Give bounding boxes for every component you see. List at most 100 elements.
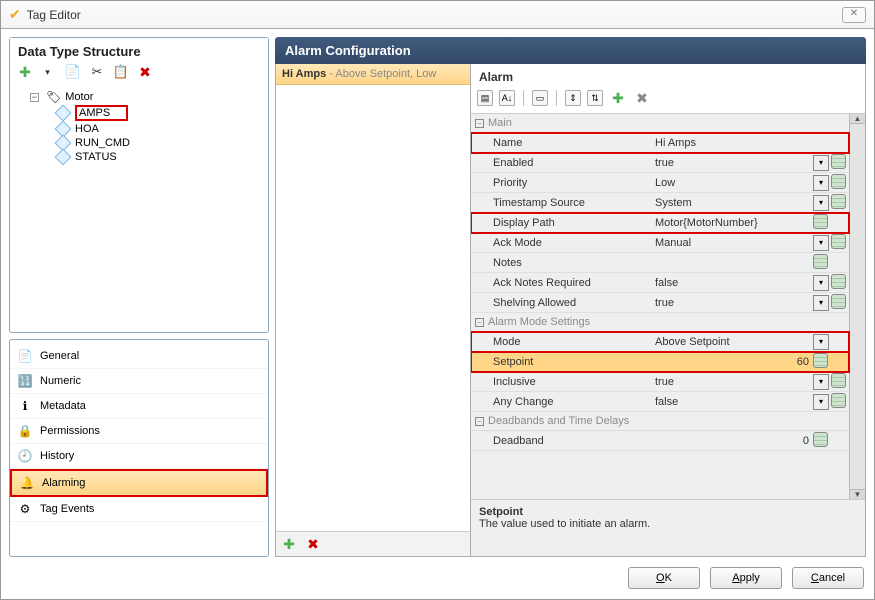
group-collapse-icon[interactable]: − [475,119,484,128]
binding-icon[interactable] [831,174,846,192]
add-property-button[interactable] [609,89,627,107]
binding-icon[interactable] [813,353,828,371]
apply-button[interactable]: Apply [710,567,782,589]
vertical-scrollbar[interactable] [849,114,865,499]
binding-icon[interactable] [813,432,828,450]
nav-item-history[interactable]: 🕘History [10,444,268,469]
cancel-button[interactable]: Cancel [792,567,864,589]
properties-toolbar: ▤ A↓ ▭ ⇕ ⇅ [471,86,865,113]
property-value[interactable]: Hi Amps [651,133,813,152]
property-value[interactable]: Above Setpoint [651,332,813,351]
group-collapse-icon[interactable]: − [475,318,484,327]
property-value[interactable]: Manual [651,233,813,252]
nav-item-permissions[interactable]: 🔒Permissions [10,419,268,444]
dropdown-button[interactable]: ▾ [813,394,829,410]
copy-tag-button[interactable] [64,63,82,81]
property-row-timestampsrc[interactable]: Timestamp SourceSystem▾ [471,193,849,213]
categorized-view-button[interactable]: ▤ [477,90,493,106]
property-value[interactable]: false [651,392,813,411]
property-value[interactable]: true [651,293,813,312]
tagevents-icon: ⚙ [18,502,32,516]
alphabetical-view-button[interactable]: A↓ [499,90,515,106]
dropdown-button[interactable]: ▾ [813,295,829,311]
alarm-list[interactable]: Hi Amps - Above Setpoint, Low [276,64,470,531]
tree-root-label[interactable]: Motor [65,91,93,103]
dropdown-button[interactable]: ▾ [813,334,829,350]
property-row-notes[interactable]: Notes [471,253,849,273]
dropdown-button[interactable]: ▾ [813,175,829,191]
tree-item-hoa[interactable]: HOA [75,123,99,135]
paste-tag-button[interactable] [112,63,130,81]
group-collapse-icon[interactable]: − [475,417,484,426]
binding-icon[interactable] [831,393,846,411]
property-row-anychange[interactable]: Any Changefalse▾ [471,392,849,412]
property-row-setpoint[interactable]: Setpoint60 [471,352,849,372]
property-value[interactable]: 60 [651,352,813,371]
tag-tree[interactable]: − Motor AMPS HOA RUN_CMD STATUS [10,87,268,332]
property-row-name[interactable]: NameHi Amps [471,133,849,153]
tree-collapse-icon[interactable]: − [30,93,39,102]
property-row-enabled[interactable]: Enabledtrue▾ [471,153,849,173]
nav-item-tagevents[interactable]: ⚙Tag Events [10,497,268,522]
expand-all-button[interactable]: ⇕ [565,90,581,106]
property-row-priority[interactable]: PriorityLow▾ [471,173,849,193]
property-controls: ▾ [813,233,849,252]
add-tag-dropdown[interactable] [40,63,58,81]
property-group-deadbands-and-time-delays[interactable]: −Deadbands and Time Delays [471,412,849,431]
section-nav-panel: 📄General🔢NumericℹMetadata🔒Permissions🕘Hi… [9,339,269,557]
show-props-button[interactable]: ▭ [532,90,548,106]
nav-item-general[interactable]: 📄General [10,344,268,369]
add-alarm-button[interactable] [280,535,298,553]
property-value[interactable]: Motor{MotorNumber} [651,213,813,232]
binding-icon[interactable] [813,254,828,272]
nav-item-numeric[interactable]: 🔢Numeric [10,369,268,394]
alarm-list-item[interactable]: Hi Amps - Above Setpoint, Low [276,64,470,85]
binding-icon[interactable] [813,214,828,232]
cut-tag-button[interactable] [88,63,106,81]
dropdown-button[interactable]: ▾ [813,155,829,171]
property-grid[interactable]: −MainNameHi AmpsEnabledtrue▾PriorityLow▾… [471,113,865,500]
binding-icon[interactable] [831,194,846,212]
property-value[interactable]: System [651,193,813,212]
property-group-alarm-mode-settings[interactable]: −Alarm Mode Settings [471,313,849,332]
tree-item-runcmd[interactable]: RUN_CMD [75,137,130,149]
property-value[interactable]: false [651,273,813,292]
tree-item-amps[interactable]: AMPS [75,105,128,121]
dropdown-button[interactable]: ▾ [813,275,829,291]
remove-property-button[interactable] [633,89,651,107]
property-value[interactable]: true [651,372,813,391]
property-row-acknotes[interactable]: Ack Notes Requiredfalse▾ [471,273,849,293]
nav-item-metadata[interactable]: ℹMetadata [10,394,268,419]
property-row-inclusive[interactable]: Inclusivetrue▾ [471,372,849,392]
binding-icon[interactable] [831,294,846,312]
binding-icon[interactable] [831,154,846,172]
property-row-mode[interactable]: ModeAbove Setpoint▾ [471,332,849,352]
dropdown-button[interactable]: ▾ [813,235,829,251]
binding-icon[interactable] [831,373,846,391]
property-value[interactable]: Low [651,173,813,192]
ok-button[interactable]: OK [628,567,700,589]
property-row-deadband[interactable]: Deadband0 [471,431,849,451]
delete-tag-button[interactable] [136,63,154,81]
binding-icon[interactable] [831,234,846,252]
property-row-ackmode[interactable]: Ack ModeManual▾ [471,233,849,253]
property-controls: ▾ [813,372,849,391]
property-group-main[interactable]: −Main [471,114,849,133]
property-controls: ▾ [813,293,849,312]
dropdown-button[interactable]: ▾ [813,374,829,390]
property-help-panel: Setpoint The value used to initiate an a… [471,500,865,556]
binding-icon[interactable] [831,274,846,292]
property-value[interactable] [651,253,813,272]
property-row-displaypath[interactable]: Display PathMotor{MotorNumber} [471,213,849,233]
delete-alarm-button[interactable] [304,535,322,553]
add-tag-button[interactable] [16,63,34,81]
tree-item-status[interactable]: STATUS [75,151,117,163]
group-label: Deadbands and Time Delays [488,415,629,427]
property-value[interactable]: true [651,153,813,172]
collapse-all-button[interactable]: ⇅ [587,90,603,106]
property-value[interactable]: 0 [651,431,813,450]
dropdown-button[interactable]: ▾ [813,195,829,211]
property-row-shelving[interactable]: Shelving Allowedtrue▾ [471,293,849,313]
window-close-button[interactable]: ✕ [842,7,866,23]
nav-item-alarming[interactable]: 🔔Alarming [10,469,268,497]
